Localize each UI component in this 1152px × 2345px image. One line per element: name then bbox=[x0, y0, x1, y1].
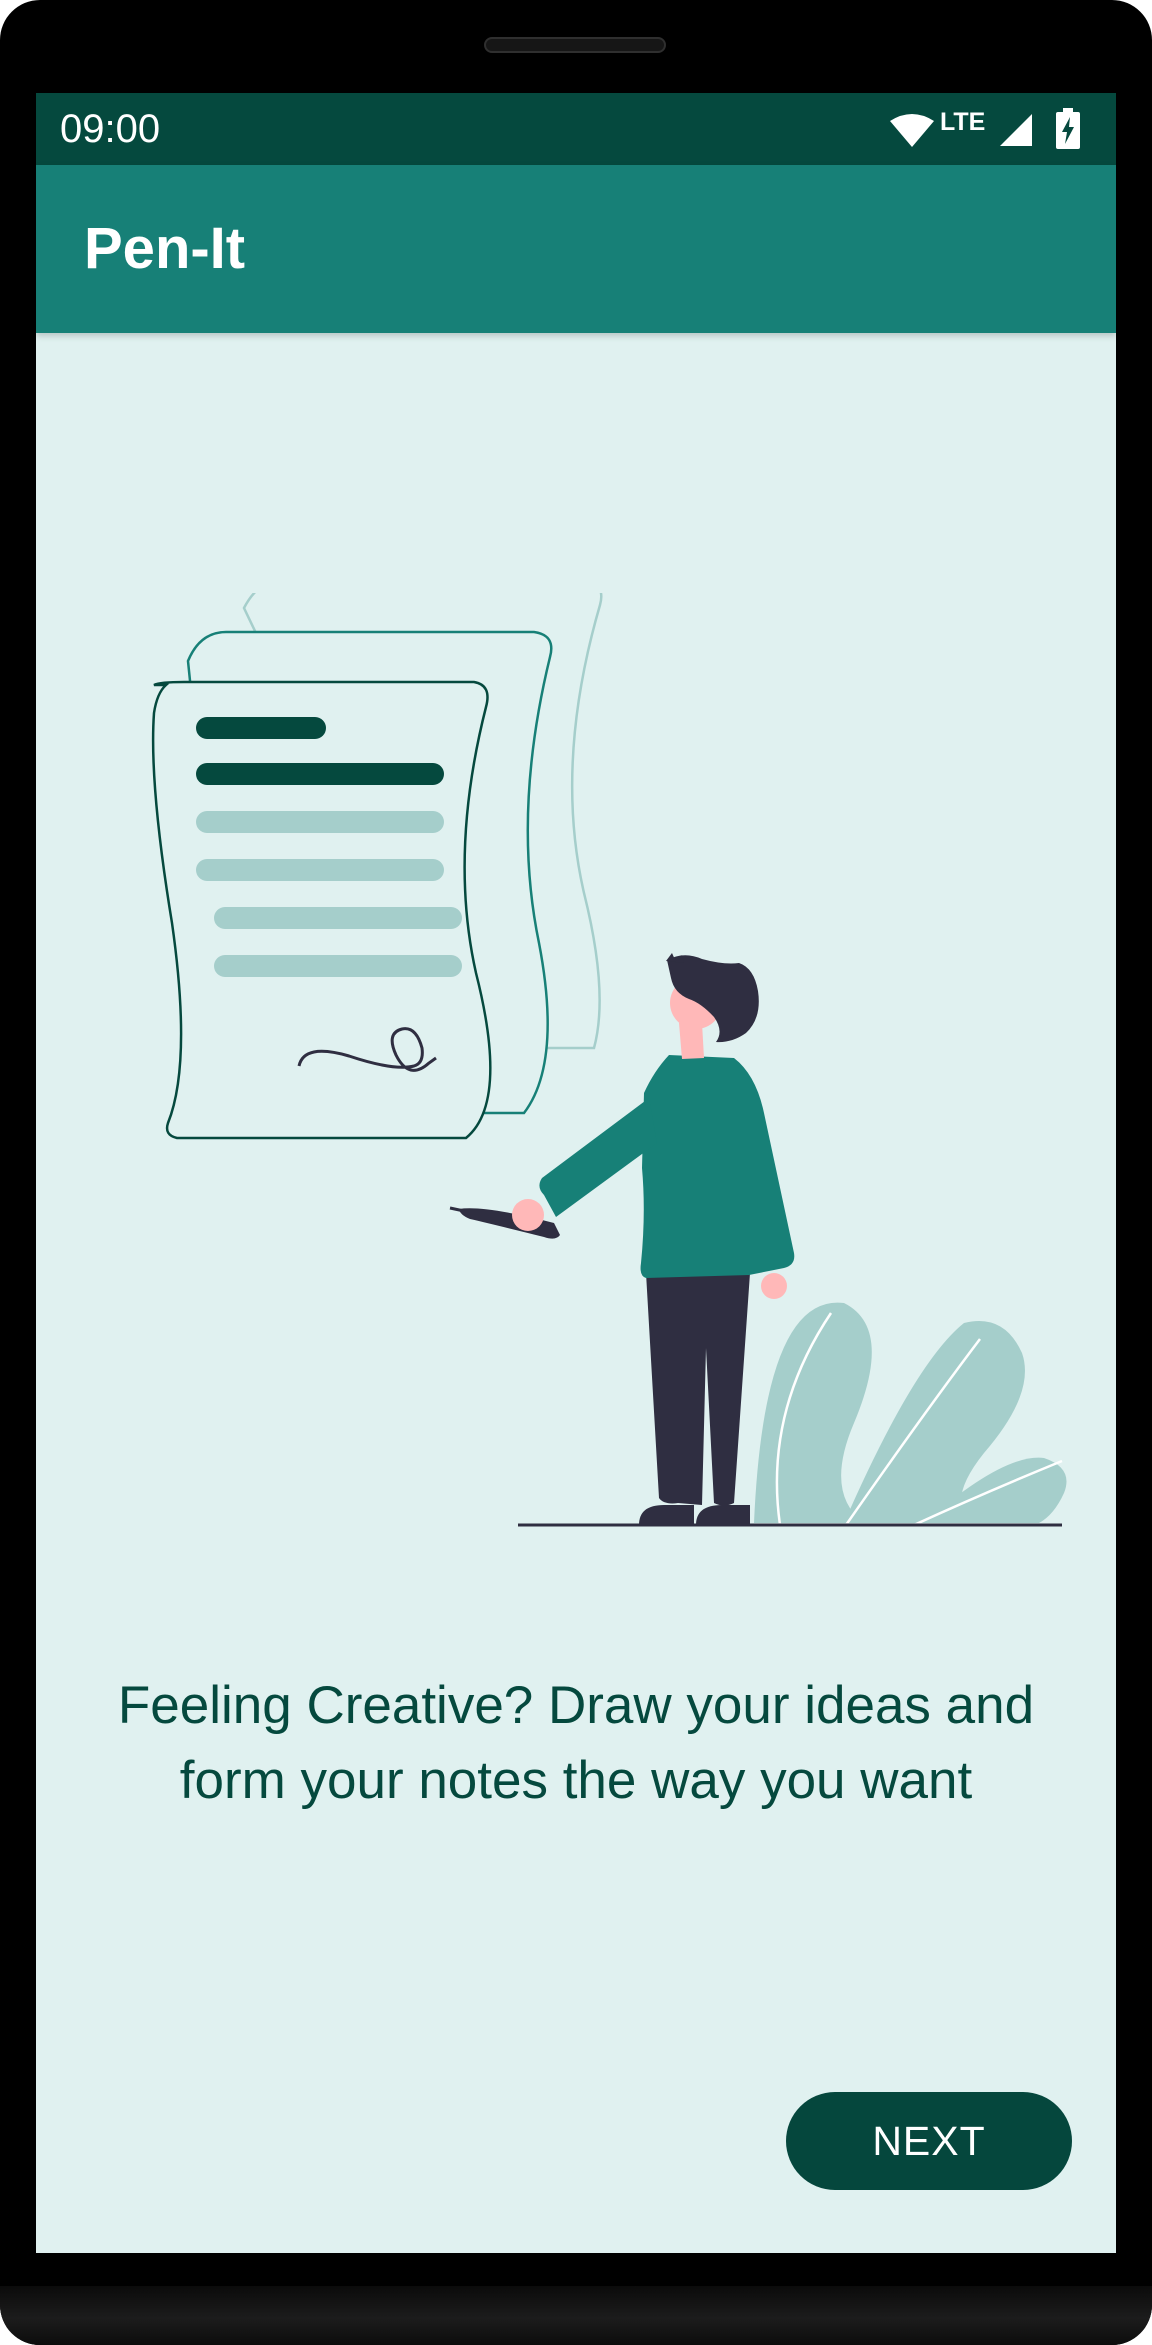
document-line bbox=[196, 763, 444, 785]
plant-leaf bbox=[754, 1302, 872, 1523]
status-bar: 09:00 LTE bbox=[36, 93, 1116, 165]
onboarding-message: Feeling Creative? Draw your ideas and fo… bbox=[117, 1676, 1035, 1810]
network-type-label: LTE bbox=[940, 108, 986, 136]
battery-charging-icon bbox=[1056, 108, 1080, 149]
wifi-icon bbox=[890, 114, 934, 147]
app-bar: Pen-It bbox=[36, 165, 1116, 333]
screen: 09:00 LTE Pen-It Feeling Creative? Draw … bbox=[36, 93, 1116, 2253]
document-line bbox=[196, 717, 326, 739]
cell-signal-icon bbox=[1000, 114, 1032, 146]
device-frame: 09:00 LTE Pen-It Feeling Creative? Draw … bbox=[0, 0, 1152, 2345]
person-signing-document-illustration bbox=[151, 593, 1067, 1527]
person-shoe bbox=[639, 1505, 694, 1525]
person-shoe bbox=[696, 1505, 750, 1525]
document-line bbox=[196, 811, 444, 833]
app-title: Pen-It bbox=[84, 216, 246, 281]
next-button[interactable]: NEXT bbox=[786, 2092, 1072, 2190]
document-line bbox=[214, 907, 462, 929]
document-line bbox=[214, 955, 462, 977]
document-line bbox=[196, 859, 444, 881]
person-torso bbox=[640, 1055, 795, 1278]
pen bbox=[459, 1208, 560, 1239]
person-legs bbox=[646, 1273, 750, 1506]
person-arm bbox=[539, 1098, 657, 1217]
status-time: 09:00 bbox=[60, 107, 161, 151]
earpiece-speaker bbox=[484, 37, 666, 53]
person-hand bbox=[512, 1199, 544, 1231]
bottom-bezel bbox=[0, 2286, 1152, 2345]
